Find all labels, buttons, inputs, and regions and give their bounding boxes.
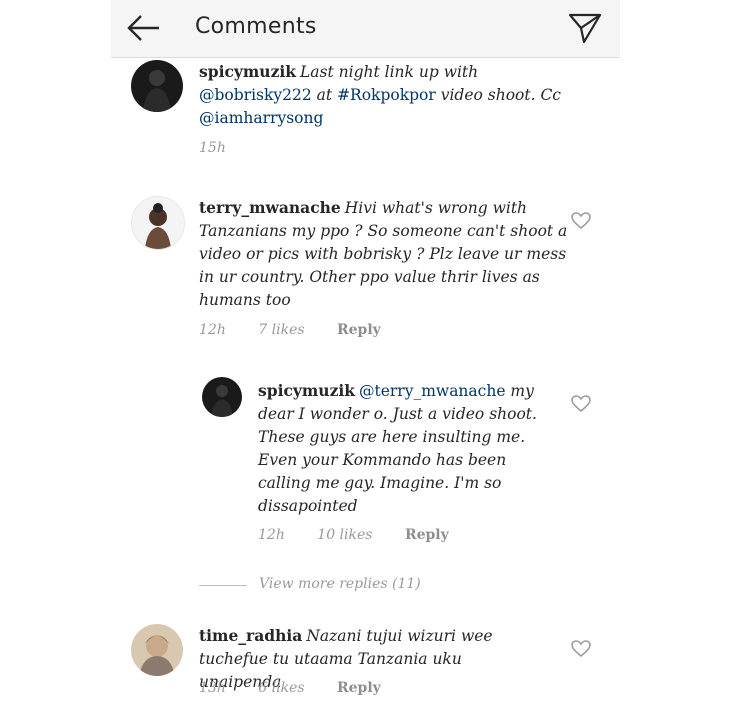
avatar[interactable]: [202, 377, 242, 417]
reply-button[interactable]: Reply: [405, 527, 449, 543]
comment-meta: 12h 10 likes Reply: [258, 527, 477, 543]
heart-icon[interactable]: [571, 395, 591, 413]
comment-meta: 13h 6 likes Reply: [199, 680, 409, 696]
comment-time: 12h: [199, 322, 226, 338]
top-bar: Comments: [111, 0, 620, 58]
back-arrow-icon[interactable]: [125, 12, 161, 44]
reply-button[interactable]: Reply: [337, 322, 381, 338]
paper-plane-icon[interactable]: [567, 10, 603, 46]
heart-icon[interactable]: [571, 212, 591, 230]
likes-count[interactable]: 6 likes: [258, 680, 304, 696]
comment-time: 12h: [258, 527, 285, 543]
hashtag-link[interactable]: #Rokpokpor: [337, 86, 436, 104]
reply-button[interactable]: Reply: [337, 680, 381, 696]
comment-username[interactable]: spicymuzik: [258, 381, 355, 400]
mention-link[interactable]: @bobrisky222: [199, 86, 312, 104]
avatar[interactable]: [131, 624, 183, 676]
comment-username[interactable]: time_radhia: [199, 626, 302, 645]
comment-meta: 12h 7 likes Reply: [199, 322, 409, 338]
comment-text: spicymuzik Last night link up with @bobri…: [199, 62, 561, 127]
comment-username[interactable]: terry_mwanache: [199, 198, 341, 217]
mention-link[interactable]: @iamharrysong: [199, 109, 323, 127]
comment-time: 13h: [199, 680, 226, 696]
comment-text: spicymuzik @terry_mwanache my dear I wond…: [258, 381, 537, 515]
mention-link[interactable]: @terry_mwanache: [359, 382, 506, 400]
likes-count[interactable]: 7 likes: [258, 322, 304, 338]
comment-username[interactable]: spicymuzik: [199, 62, 296, 81]
comment-meta: 15h: [199, 140, 254, 156]
comment-text: terry_mwanache Hivi what's wrong with Tan…: [199, 198, 568, 309]
avatar[interactable]: [131, 196, 185, 250]
likes-count[interactable]: 10 likes: [317, 527, 372, 543]
comments-screen: Comments spicymuzik Last night link up wi…: [111, 0, 620, 701]
divider: [199, 585, 247, 586]
comment-time: 15h: [199, 140, 226, 156]
avatar[interactable]: [131, 60, 183, 112]
page-title: Comments: [195, 14, 317, 39]
view-more-replies-link[interactable]: View more replies (11): [259, 576, 421, 592]
heart-icon[interactable]: [571, 640, 591, 658]
